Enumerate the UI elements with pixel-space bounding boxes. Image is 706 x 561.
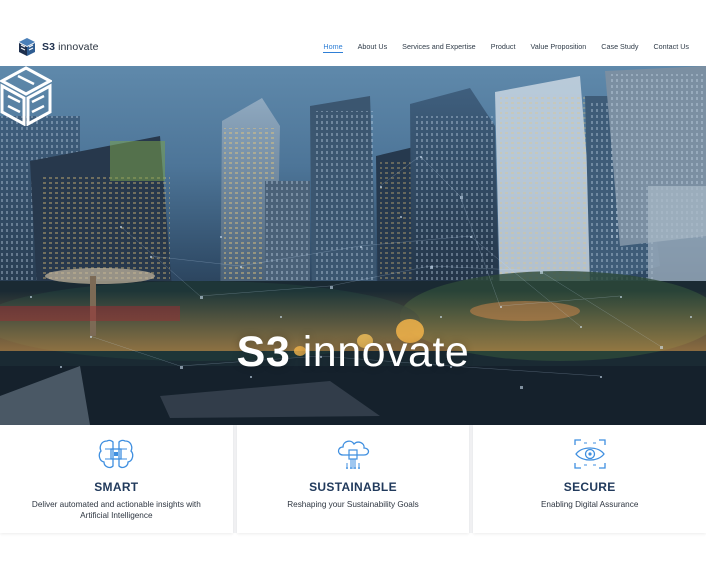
main-nav: Home About Us Services and Expertise Pro…	[323, 42, 689, 53]
nav-value-proposition[interactable]: Value Proposition	[530, 42, 586, 53]
hero-title: S3 innovate	[236, 328, 470, 376]
nav-product[interactable]: Product	[491, 42, 516, 53]
feature-card-secure: SECURE Enabling Digital Assurance	[473, 425, 706, 533]
cloud-circuit-icon	[337, 440, 370, 469]
feature-title: SECURE	[563, 480, 616, 494]
feature-card-smart: SMART Deliver automated and actionable i…	[0, 425, 233, 533]
feature-cards: SMART Deliver automated and actionable i…	[0, 425, 706, 533]
top-navbar: S3 innovate Home About Us Services and E…	[0, 28, 706, 66]
nav-home[interactable]: Home	[323, 42, 343, 53]
feature-description: Enabling Digital Assurance	[540, 500, 639, 509]
nav-services-expertise[interactable]: Services and Expertise	[402, 42, 476, 53]
nav-contact-us[interactable]: Contact Us	[653, 42, 689, 53]
brand-name: S3 innovate	[42, 41, 99, 53]
feature-description: Deliver automated and actionable insight…	[31, 500, 201, 520]
feature-description: Reshaping your Sustainability Goals	[287, 500, 419, 509]
hero-banner: S3 innovate	[0, 66, 706, 425]
brain-chip-icon	[98, 439, 134, 469]
feature-card-sustainable: SUSTAINABLE Reshaping your Sustainabilit…	[236, 425, 470, 533]
feature-title: SMART	[94, 480, 139, 494]
s3-cube-logo-icon	[0, 66, 52, 126]
eye-scan-icon	[574, 439, 606, 469]
s3-cube-logo-icon	[19, 38, 35, 56]
feature-title: SUSTAINABLE	[309, 480, 397, 494]
brand-logo-link[interactable]: S3 innovate	[17, 37, 99, 57]
nav-case-study[interactable]: Case Study	[601, 42, 638, 53]
nav-about-us[interactable]: About Us	[358, 42, 388, 53]
